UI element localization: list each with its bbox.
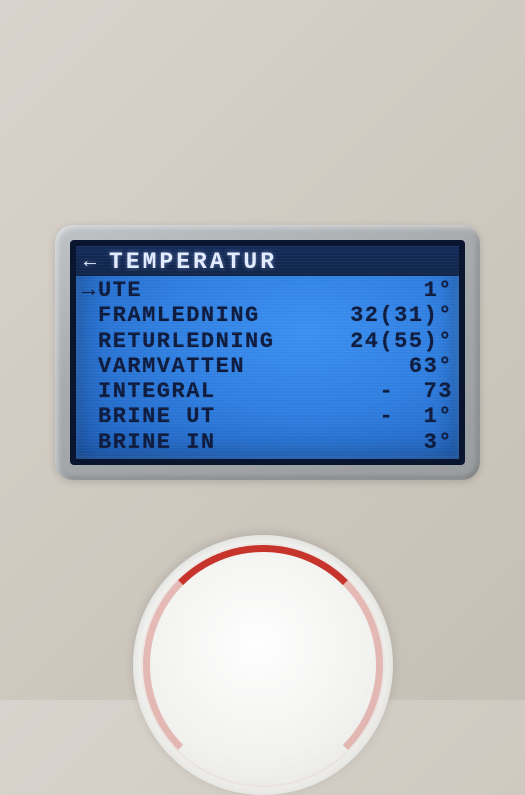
reading-value: 24(55)° [274,329,453,354]
reading-value: 32(31)° [260,303,453,328]
cursor-placeholder [82,430,98,455]
reading-row[interactable]: BRINE UT - 1° [82,404,453,429]
reading-value: 63° [245,354,453,379]
cursor-placeholder [82,379,98,404]
reading-label: INTEGRAL [98,379,216,404]
screen-header: ← TEMPERATUR [76,246,459,276]
reading-label: BRINE UT [98,404,216,429]
cursor-placeholder [82,303,98,328]
reading-row[interactable]: FRAMLEDNING 32(31)° [82,303,453,328]
readings-list: → UTE 1° FRAMLEDNING 32(31)° RETURLEDNIN… [76,276,459,457]
reading-label: RETURLEDNING [98,329,274,354]
cursor-icon: → [82,278,98,303]
reading-label: VARMVATTEN [98,354,245,379]
reading-value: 3° [216,430,453,455]
reading-row[interactable]: INTEGRAL - 73 [82,379,453,404]
control-dial[interactable] [133,535,393,795]
reading-row[interactable]: VARMVATTEN 63° [82,354,453,379]
reading-row[interactable]: RETURLEDNING 24(55)° [82,329,453,354]
reading-label: BRINE IN [98,430,216,455]
reading-label: FRAMLEDNING [98,303,260,328]
cursor-placeholder [82,329,98,354]
reading-value: - 73 [216,379,453,404]
reading-row[interactable]: BRINE IN 3° [82,430,453,455]
cursor-placeholder [82,354,98,379]
back-arrow-icon[interactable]: ← [84,251,99,274]
lcd-screen: ← TEMPERATUR → UTE 1° FRAMLEDNING 32(31)… [70,240,465,465]
reading-label: UTE [98,278,142,303]
cursor-placeholder [82,404,98,429]
reading-row[interactable]: → UTE 1° [82,278,453,303]
screen-title: TEMPERATUR [109,249,277,275]
reading-value: 1° [142,278,453,303]
reading-value: - 1° [216,404,453,429]
display-bezel: ← TEMPERATUR → UTE 1° FRAMLEDNING 32(31)… [55,225,480,480]
